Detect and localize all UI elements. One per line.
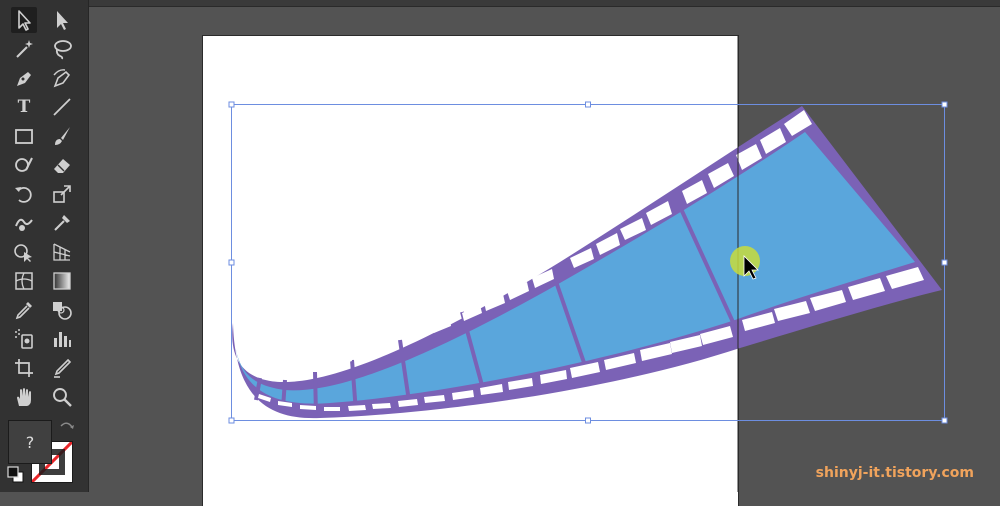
handle-middle-left[interactable] — [228, 259, 235, 266]
handle-top-left[interactable] — [228, 101, 235, 108]
handle-top-center[interactable] — [585, 101, 591, 108]
document-canvas[interactable] — [0, 0, 1000, 492]
watermark-text: shinyj-it.tistory.com — [815, 465, 974, 481]
filmstrip-artwork[interactable] — [232, 106, 943, 419]
handle-bottom-left[interactable] — [228, 417, 235, 424]
handle-middle-right[interactable] — [941, 259, 948, 266]
handle-bottom-center[interactable] — [585, 417, 591, 424]
handle-bottom-right[interactable] — [941, 417, 948, 424]
handle-top-right[interactable] — [941, 101, 948, 108]
